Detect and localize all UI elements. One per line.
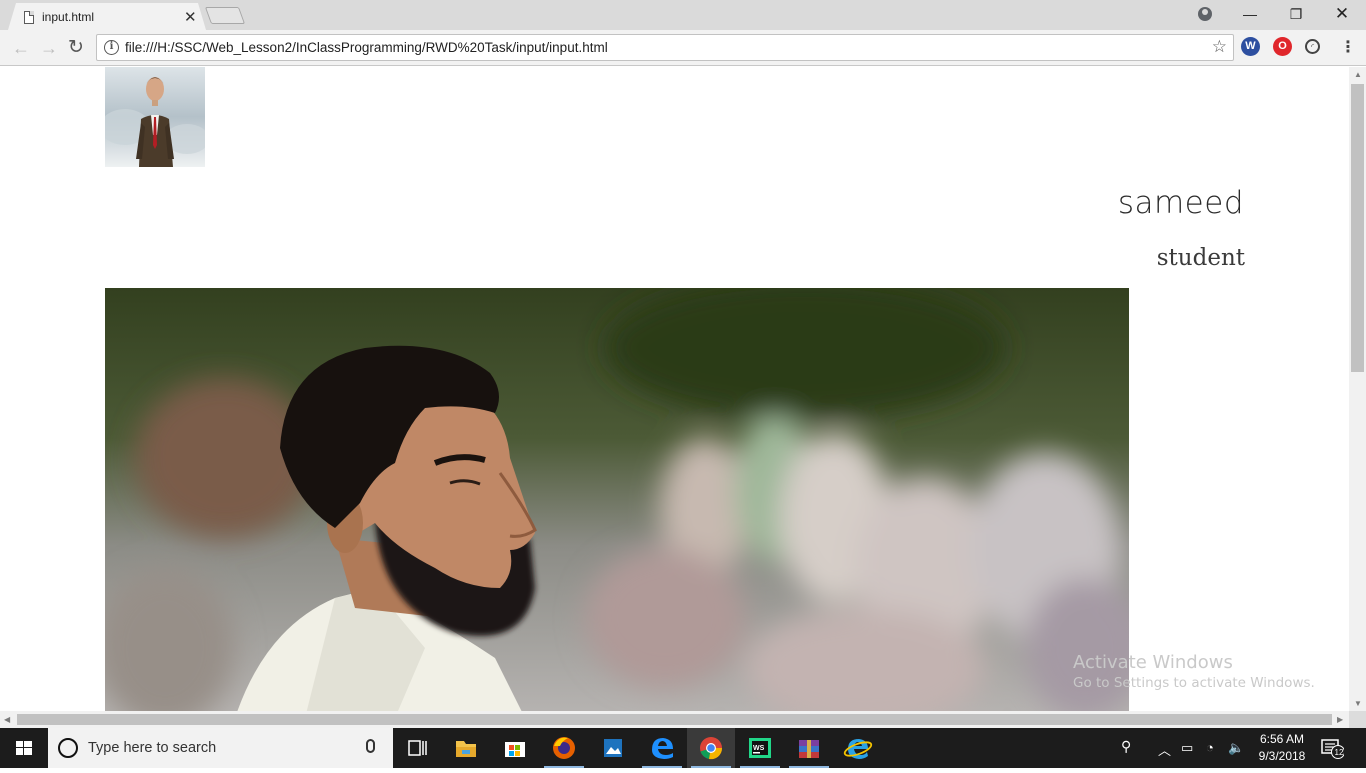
document-icon bbox=[24, 11, 34, 24]
scroll-down-icon[interactable]: ▼ bbox=[1354, 699, 1362, 708]
scroll-right-icon[interactable]: ▶ bbox=[1337, 715, 1343, 724]
close-window-button[interactable]: ✕ bbox=[1320, 0, 1364, 28]
close-tab-icon[interactable]: ✕ bbox=[184, 8, 197, 26]
windows-logo-icon bbox=[16, 741, 32, 755]
file-explorer-button[interactable] bbox=[442, 728, 490, 768]
task-view-button[interactable] bbox=[393, 728, 441, 768]
clock-date: 9/3/2018 bbox=[1258, 749, 1306, 763]
internet-explorer-button[interactable] bbox=[834, 728, 882, 768]
activate-windows-watermark: Activate Windows Go to Settings to activ… bbox=[1073, 652, 1315, 691]
forward-icon[interactable]: → bbox=[40, 38, 58, 58]
search-placeholder[interactable]: Type here to search bbox=[88, 740, 216, 756]
wifi-icon[interactable]: ◔ bbox=[1206, 740, 1214, 755]
taskbar-search[interactable]: Type here to search bbox=[48, 728, 393, 768]
info-icon[interactable]: i bbox=[104, 40, 119, 55]
photos-button[interactable] bbox=[589, 728, 637, 768]
chrome-icon bbox=[700, 737, 723, 760]
windows-taskbar: Type here to search WS ⚲ ︿ ▭ ◔ 🔈 6:56 AM… bbox=[0, 728, 1366, 768]
folder-icon bbox=[456, 741, 476, 757]
minimize-button[interactable]: — bbox=[1228, 0, 1272, 28]
svg-text:WS: WS bbox=[753, 745, 765, 752]
edge-button[interactable] bbox=[638, 728, 686, 768]
chevron-up-icon[interactable]: ︿ bbox=[1158, 740, 1171, 759]
volume-icon[interactable]: 🔈 bbox=[1228, 740, 1244, 756]
people-icon[interactable]: ⚲ bbox=[1121, 738, 1131, 755]
taskbar-clock[interactable]: 6:56 AM 9/3/2018 bbox=[1252, 731, 1312, 765]
browser-toolbar: ← → ↻ i file:///H:/SSC/Web_Lesson2/InCla… bbox=[0, 30, 1366, 66]
winrar-button[interactable] bbox=[785, 728, 833, 768]
firefox-button[interactable] bbox=[540, 728, 588, 768]
activate-subtitle: Go to Settings to activate Windows. bbox=[1073, 675, 1315, 691]
url-text[interactable]: file:///H:/SSC/Web_Lesson2/InClassProgra… bbox=[125, 40, 608, 55]
tab-title: input.html bbox=[42, 10, 95, 24]
horizontal-scroll-thumb[interactable] bbox=[17, 714, 1332, 725]
extension-w-icon[interactable]: W bbox=[1241, 37, 1260, 56]
task-view-icon bbox=[408, 740, 427, 756]
cortana-icon[interactable] bbox=[58, 738, 78, 758]
profile-role: student bbox=[1156, 245, 1245, 271]
webstorm-icon: WS bbox=[749, 738, 771, 758]
scroll-up-icon[interactable]: ▲ bbox=[1354, 70, 1362, 79]
profile-icon[interactable] bbox=[1198, 7, 1212, 21]
notification-center-button[interactable]: 12 bbox=[1320, 737, 1345, 759]
start-button[interactable] bbox=[0, 728, 48, 768]
store-icon bbox=[505, 742, 525, 757]
notification-icon: 12 bbox=[1321, 739, 1345, 759]
internet-explorer-icon bbox=[843, 739, 873, 759]
browser-tab[interactable]: input.html ✕ bbox=[8, 3, 206, 30]
clock-time: 6:56 AM bbox=[1259, 732, 1305, 746]
vertical-scroll-thumb[interactable] bbox=[1351, 84, 1364, 372]
notification-count: 12 bbox=[1335, 748, 1344, 757]
address-bar[interactable]: i file:///H:/SSC/Web_Lesson2/InClassProg… bbox=[96, 34, 1234, 61]
restore-button[interactable]: ❐ bbox=[1274, 0, 1318, 28]
scroll-left-icon[interactable]: ◀ bbox=[4, 715, 10, 724]
star-icon[interactable]: ☆ bbox=[1212, 37, 1227, 57]
menu-icon[interactable]: ⋮ bbox=[1340, 38, 1356, 58]
store-button[interactable] bbox=[491, 728, 539, 768]
firefox-icon bbox=[553, 737, 575, 759]
microphone-icon[interactable] bbox=[366, 739, 375, 753]
browser-titlebar: input.html ✕ — ❐ ✕ bbox=[0, 0, 1366, 30]
profile-name: sameed bbox=[1117, 185, 1244, 221]
vertical-scrollbar[interactable]: ▲ ▼ bbox=[1349, 67, 1366, 711]
back-icon[interactable]: ← bbox=[12, 38, 30, 58]
photos-icon bbox=[604, 739, 622, 757]
new-tab-button[interactable] bbox=[204, 7, 246, 24]
hero-photo bbox=[105, 288, 1129, 711]
edge-icon bbox=[652, 738, 673, 759]
webstorm-button[interactable]: WS bbox=[736, 728, 784, 768]
chrome-button[interactable] bbox=[687, 728, 735, 768]
scrollbar-corner bbox=[1349, 711, 1366, 728]
activate-title: Activate Windows bbox=[1073, 652, 1233, 673]
reload-icon[interactable]: ↻ bbox=[68, 38, 84, 58]
profile-photo bbox=[105, 67, 205, 167]
horizontal-scrollbar[interactable]: ◀ ▶ bbox=[0, 711, 1349, 728]
speed-icon[interactable]: ◜ bbox=[1305, 39, 1320, 54]
opera-icon[interactable]: O bbox=[1273, 37, 1292, 56]
battery-icon[interactable]: ▭ bbox=[1181, 740, 1193, 756]
winrar-icon bbox=[799, 740, 819, 758]
page-viewport: sameed student Activate Windows Go to Se… bbox=[0, 67, 1349, 711]
